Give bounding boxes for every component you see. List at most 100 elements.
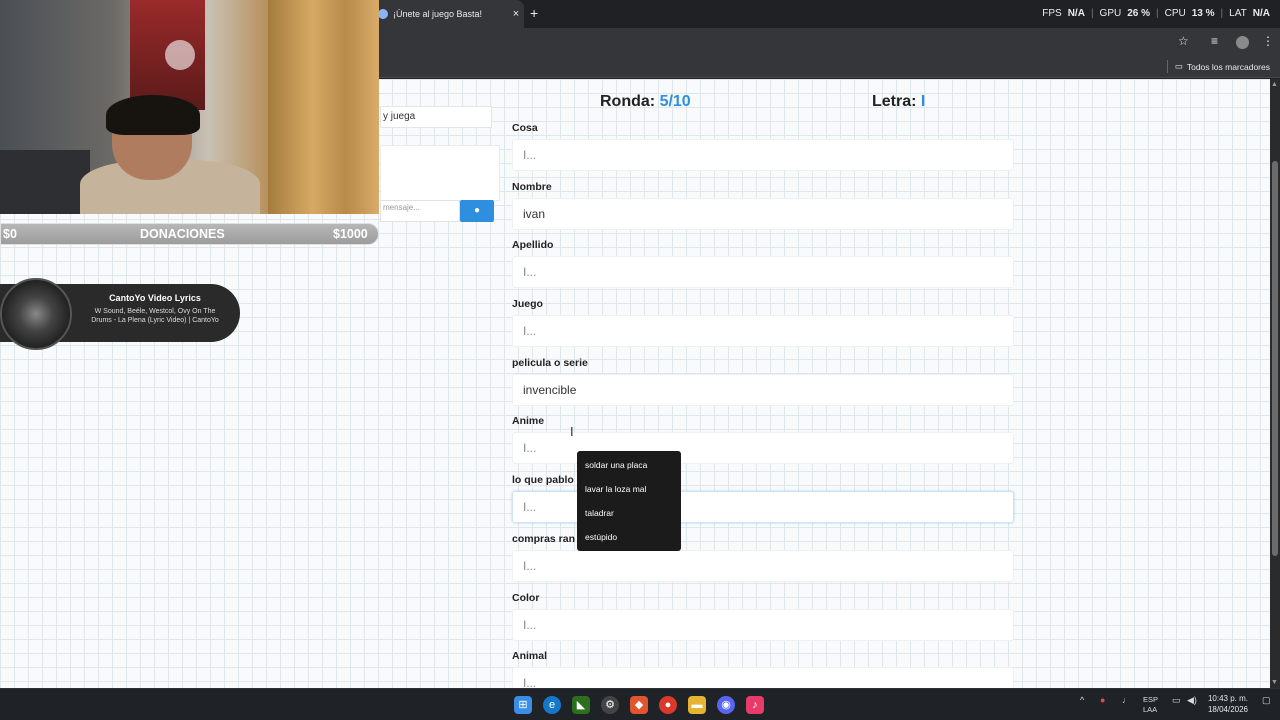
language-indicator[interactable]: ESP LAA (1143, 695, 1158, 715)
media-controls-icon[interactable]: ≡ (1211, 34, 1218, 48)
profile-avatar[interactable] (1236, 36, 1249, 49)
form-field: Cosa I... (512, 122, 1014, 181)
nvidia-icon[interactable]: ◣ (572, 696, 590, 714)
form-field: Animal I... (512, 650, 1014, 688)
field-label: Color (512, 591, 540, 604)
music-title: CantoYo Video Lyrics (109, 293, 201, 303)
answer-input[interactable]: I... (512, 549, 1014, 582)
edge-icon[interactable]: e (543, 696, 561, 714)
volume-icon[interactable]: ◀) (1187, 695, 1197, 706)
chat-bubble-icon: ● (473, 205, 481, 216)
keyboard-layout: LAA (1143, 705, 1158, 714)
browser-tab[interactable]: ¡Únete al juego Basta! × (372, 0, 524, 28)
now-playing-widget: CantoYo Video Lyrics W Sound, Beéle, Wes… (0, 278, 240, 350)
chrome-icon[interactable]: ● (659, 696, 677, 714)
lat-label: LAT (1229, 8, 1247, 19)
form-field: Nombre ivan (512, 181, 1014, 240)
ronda-label: Ronda: (600, 93, 656, 110)
discord-icon[interactable]: ◉ (717, 696, 735, 714)
tab-close-icon[interactable]: × (508, 8, 524, 20)
form-field: pelicula o serie invencible (512, 357, 1014, 416)
answer-input[interactable]: invencible (512, 373, 1014, 406)
notifications-icon[interactable]: ▢ (1262, 695, 1271, 706)
tray-app-icon[interactable]: ● (1100, 695, 1105, 705)
form-field: Apellido I... (512, 239, 1014, 298)
field-label: Anime (512, 415, 545, 428)
folder-icon: ▭ (1174, 61, 1183, 71)
divider (1167, 60, 1168, 73)
letter-indicator: Letra: I (872, 93, 925, 111)
answers-form: Cosa I... Nombre ivan Apellido I... Juego I... p… (512, 122, 1014, 688)
answer-input[interactable]: I... (512, 608, 1014, 641)
tiktok-icon[interactable]: ♪ (746, 696, 764, 714)
answer-input[interactable]: I... (512, 256, 1014, 289)
webcam-person-hair (106, 95, 200, 135)
network-icon[interactable]: ▭ (1172, 695, 1181, 706)
tab-title: ¡Únete al juego Basta! (393, 9, 483, 19)
webcam-light (165, 40, 195, 70)
webcam-desk (0, 150, 90, 214)
letra-value: I (920, 93, 926, 110)
field-label: Cosa (512, 122, 538, 134)
donation-min: $0 (3, 227, 17, 241)
steam-icon[interactable]: ⚙ (601, 696, 619, 714)
answer-input[interactable]: I... (512, 139, 1014, 171)
webcam-curtain (268, 0, 379, 214)
cpu-value: 13 % (1191, 8, 1215, 19)
send-message-button[interactable]: ● (460, 200, 494, 222)
lat-value: N/A (1252, 8, 1270, 19)
windows-taskbar: ⊞ e ◣ ⚙ ◆ ● ▬ ◉ ♪ ^ ● ♩ ESP LAA ▭ ◀) 10:… (0, 688, 1280, 720)
field-label: Apellido (512, 239, 554, 252)
join-input[interactable]: y juega (380, 106, 492, 128)
fps-label: FPS (1042, 8, 1062, 19)
answer-input[interactable]: I... (512, 315, 1014, 348)
page-scrollbar[interactable]: ▲ ▼ (1270, 79, 1280, 688)
scroll-down-icon[interactable]: ▼ (1271, 679, 1278, 686)
tray-overflow-icon[interactable]: ^ (1080, 695, 1084, 705)
cpu-label: CPU (1164, 8, 1186, 19)
form-field: Juego I... (512, 298, 1014, 357)
round-header: Ronda: 5/10 Letra: I (512, 93, 1012, 117)
all-bookmarks-label: Todos los marcadores (1186, 61, 1270, 72)
text-cursor-icon: I (570, 424, 574, 439)
language-code: ESP (1143, 695, 1159, 704)
donation-bar: $0 DONACIONES $1000 (0, 223, 379, 245)
letra-label: Letra: (872, 93, 917, 110)
answer-input[interactable]: ivan (512, 197, 1014, 230)
chat-message-input[interactable]: mensaje... (380, 200, 460, 222)
clock-time: 10:43 p. m. (1207, 694, 1248, 703)
start-icon[interactable]: ⊞ (514, 696, 532, 714)
donation-label: DONACIONES (140, 227, 225, 241)
brave-icon[interactable]: ◆ (630, 696, 648, 714)
menu-kebab-icon[interactable]: ⋮ (1262, 34, 1274, 48)
suggestion-item[interactable]: taladrar (577, 506, 681, 530)
donation-max: $1000 (333, 227, 368, 241)
suggestion-item[interactable]: soldar una placa (577, 458, 681, 482)
chat-box (380, 145, 500, 201)
form-field: Color I... (512, 592, 1014, 651)
music-subtitle: W Sound, Beéle, Westcol, Ovy On The Drum… (91, 308, 219, 324)
answer-input[interactable]: I... (512, 667, 1014, 688)
file-explorer-icon[interactable]: ▬ (688, 696, 706, 714)
ronda-value: 5/10 (659, 93, 691, 110)
field-label: Juego (512, 298, 543, 311)
field-label: pelicula o serie (512, 356, 588, 369)
bookmark-star-icon[interactable]: ☆ (1178, 34, 1189, 48)
suggestion-item[interactable]: estúpido (577, 530, 681, 554)
microphone-icon[interactable]: ♩ (1122, 695, 1131, 705)
round-indicator: Ronda: 5/10 (600, 93, 691, 111)
clock-date: 18/04/2026 (1207, 705, 1248, 714)
fps-value: N/A (1067, 8, 1085, 19)
autocomplete-dropdown: soldar una placa lavar la loza mal taladra… (577, 451, 681, 551)
webcam-overlay (0, 0, 379, 214)
all-bookmarks-button[interactable]: ▭ Todos los marcadores (1175, 61, 1270, 72)
tab-favicon-icon (378, 9, 388, 19)
scrollbar-thumb[interactable] (1272, 161, 1278, 556)
divider: | (1220, 8, 1224, 19)
system-clock[interactable]: 10:43 p. m. 18/04/2026 (1208, 693, 1248, 715)
new-tab-button[interactable]: + (530, 5, 538, 21)
suggestion-item[interactable]: lavar la loza mal (577, 482, 681, 506)
field-label: Animal (512, 650, 548, 663)
scroll-up-icon[interactable]: ▲ (1271, 81, 1278, 88)
album-art (0, 278, 72, 350)
